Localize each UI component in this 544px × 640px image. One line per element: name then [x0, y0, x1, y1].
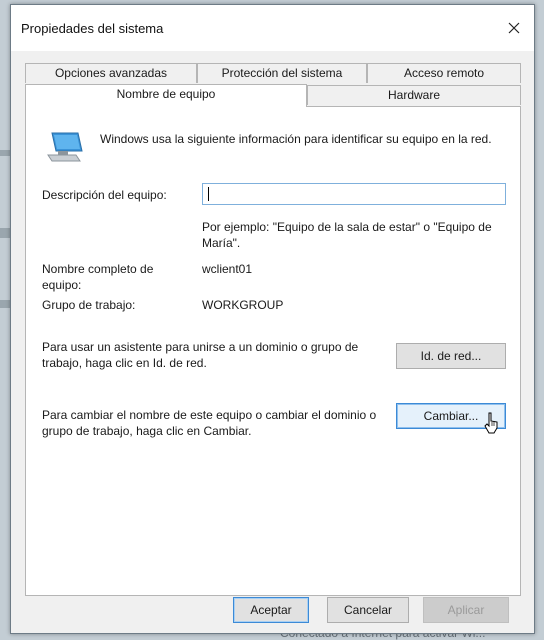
tab-remote-access[interactable]: Acceso remoto: [367, 63, 521, 83]
tab-strip: Opciones avanzadas Protección del sistem…: [25, 63, 521, 107]
workgroup-label: Grupo de trabajo:: [42, 298, 136, 312]
network-id-text: Para usar un asistente para unirse a un …: [42, 340, 359, 370]
close-icon: [508, 22, 520, 34]
description-hint: Por ejemplo: "Equipo de la sala de estar…: [202, 220, 492, 250]
full-name-value: wclient01: [202, 262, 253, 276]
background-window-edge: [0, 150, 10, 156]
tab-advanced-options[interactable]: Opciones avanzadas: [25, 63, 197, 83]
title-bar[interactable]: Propiedades del sistema: [11, 5, 534, 51]
description-label: Descripción del equipo:: [42, 188, 167, 202]
tab-system-protection[interactable]: Protección del sistema: [197, 63, 367, 83]
background-window-edge: [0, 300, 10, 308]
network-id-button[interactable]: Id. de red...: [396, 343, 506, 369]
window-title: Propiedades del sistema: [21, 21, 164, 36]
tab-computer-name[interactable]: Nombre de equipo: [25, 84, 307, 107]
background-window-edge: [0, 228, 10, 238]
text-caret: [208, 187, 209, 201]
change-text: Para cambiar el nombre de este equipo o …: [42, 408, 377, 438]
computer-name-panel: Windows usa la siguiente información par…: [25, 106, 521, 596]
cancel-button[interactable]: Cancelar: [327, 597, 409, 623]
system-properties-dialog: Propiedades del sistema Opciones avanzad…: [10, 4, 535, 634]
ok-button[interactable]: Aceptar: [233, 597, 309, 623]
mouse-pointer-icon: [484, 412, 498, 434]
computer-icon: [47, 132, 83, 162]
intro-text: Windows usa la siguiente información par…: [100, 132, 492, 146]
workgroup-value: WORKGROUP: [202, 298, 284, 312]
close-button[interactable]: [500, 15, 528, 41]
apply-button[interactable]: Aplicar: [423, 597, 509, 623]
tab-hardware[interactable]: Hardware: [307, 85, 521, 105]
computer-description-input[interactable]: [202, 183, 506, 205]
full-name-label: Nombre completo de equipo:: [42, 262, 154, 292]
